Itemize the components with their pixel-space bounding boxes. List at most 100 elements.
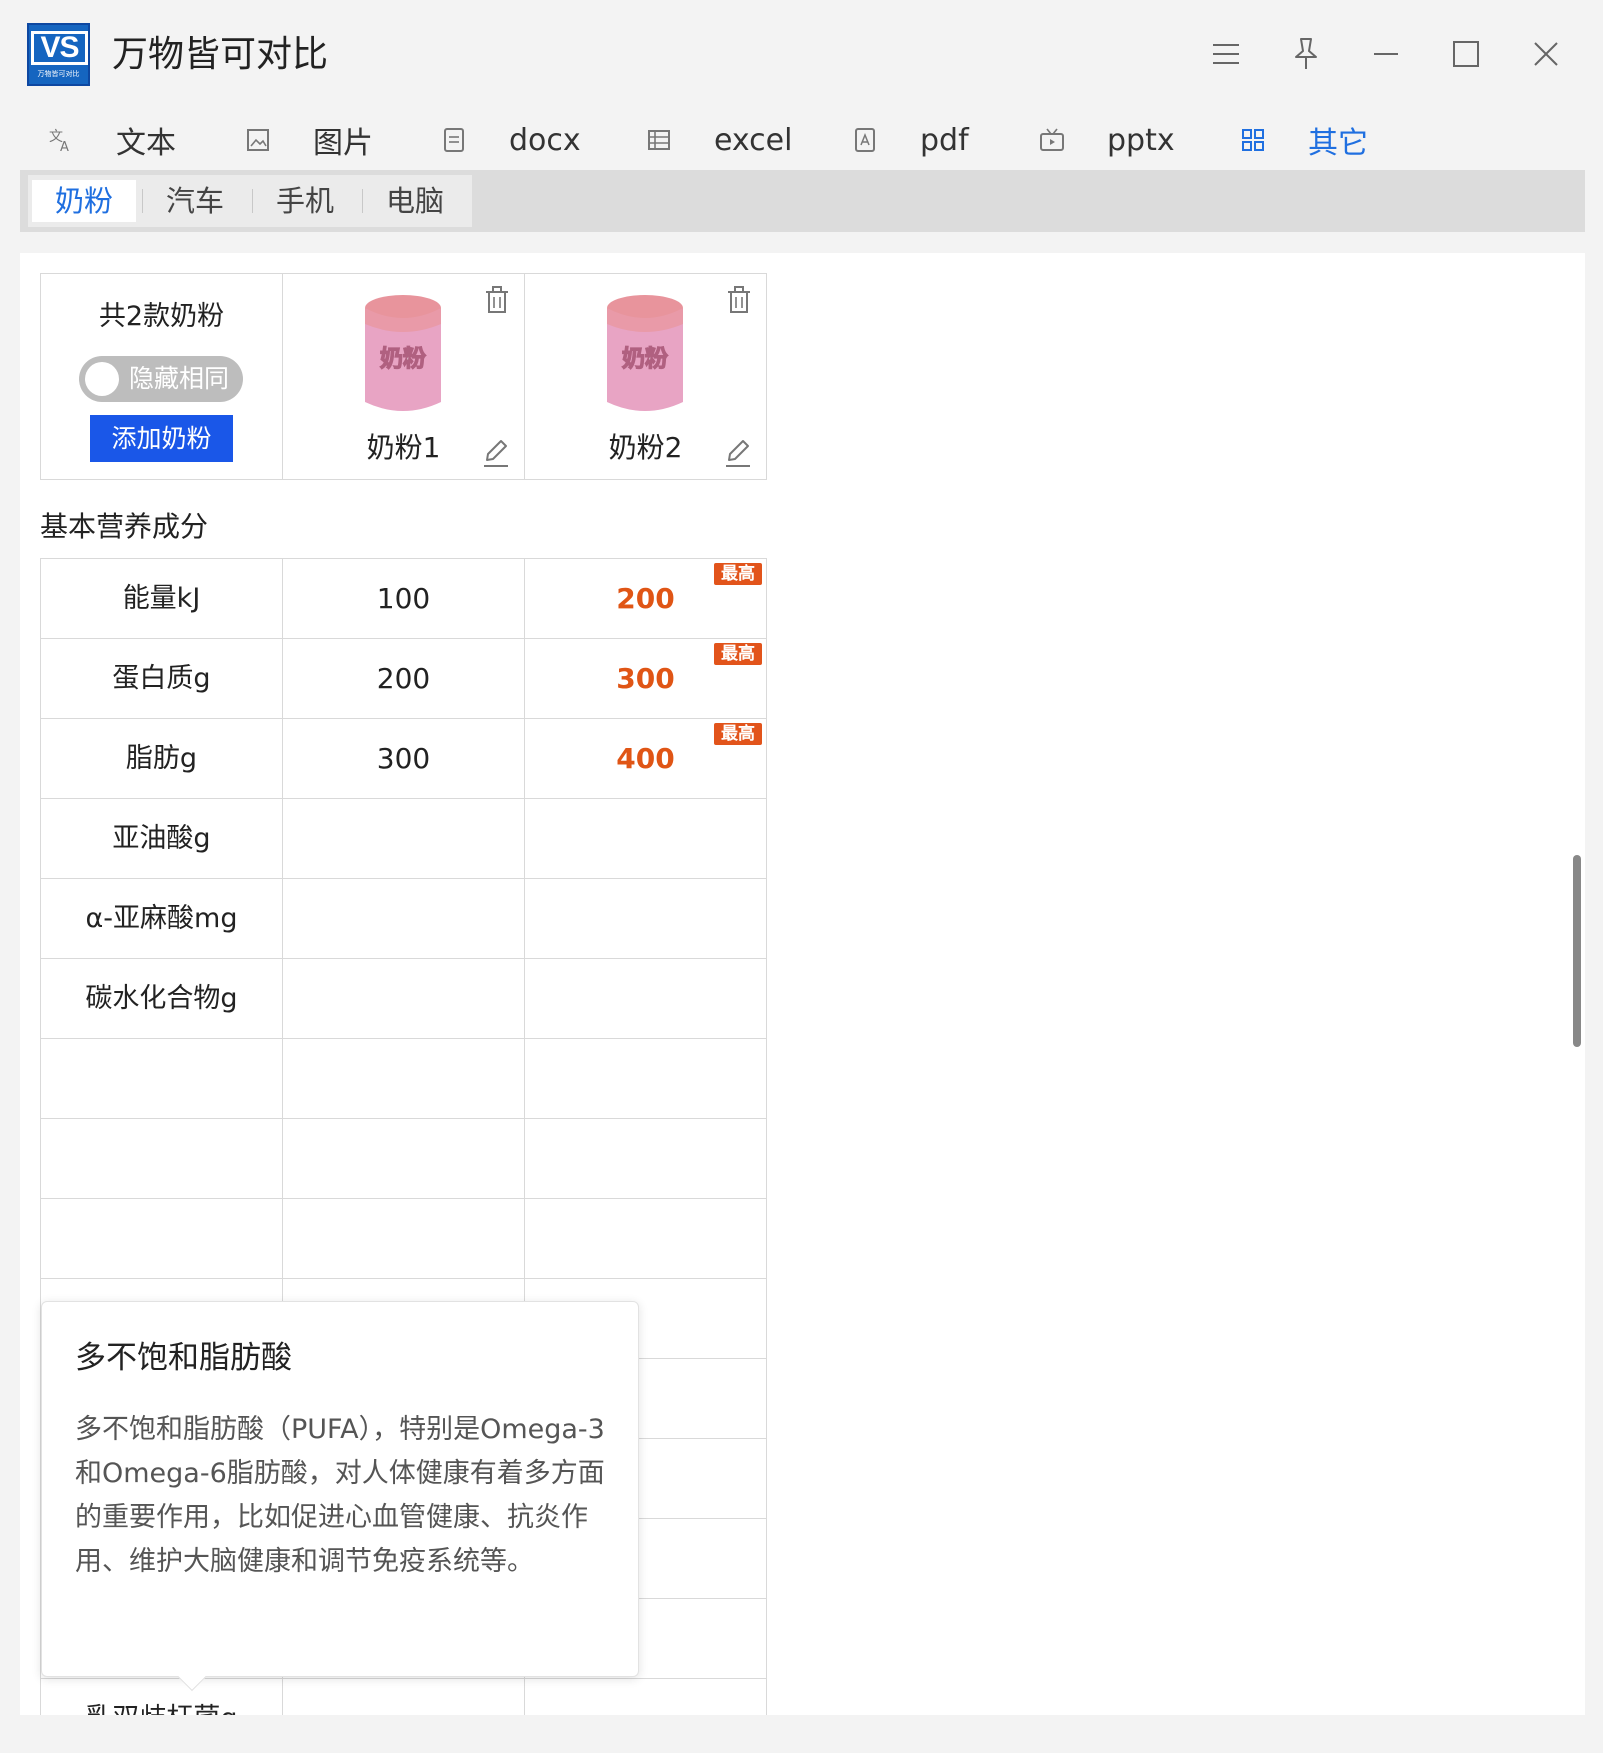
tab-docx-label: docx — [509, 122, 581, 158]
max-badge: 最高 — [714, 643, 762, 665]
summary-cell: 共2款奶粉 隐藏相同 添加奶粉 — [40, 273, 283, 480]
main-tab-bar: 文A 文本 图片 docx excel pdf pptx 其它 — [0, 110, 1603, 170]
row-label-cell[interactable] — [40, 1118, 283, 1199]
row-value: 300 — [376, 742, 431, 775]
trash-icon[interactable] — [726, 286, 752, 316]
add-product-button[interactable]: 添加奶粉 — [90, 415, 233, 462]
can-label: 奶粉 — [622, 346, 668, 372]
category-tab-phone[interactable]: 手机 — [253, 180, 357, 222]
value-cell — [524, 1198, 767, 1279]
tab-other-label: 其它 — [1308, 126, 1368, 161]
svg-text:A: A — [60, 140, 69, 153]
value-cell: 300 最高 — [524, 638, 767, 719]
tab-pptx[interactable]: pptx — [1039, 118, 1175, 162]
value-cell — [524, 1678, 767, 1715]
close-icon — [1534, 42, 1558, 66]
row-label: 亚油酸g — [112, 823, 211, 854]
value-cell — [524, 1118, 767, 1199]
value-cell — [524, 878, 767, 959]
toggle-label: 隐藏相同 — [129, 364, 230, 393]
can-label: 奶粉 — [380, 346, 426, 372]
compare-panel: 共2款奶粉 隐藏相同 添加奶粉 奶粉 奶粉1 奶粉 奶粉2 基本营养成分 能量k… — [20, 253, 1585, 1715]
row-label-cell[interactable]: 碳水化合物g — [40, 958, 283, 1039]
value-cell — [524, 1038, 767, 1119]
tab-text[interactable]: 文A 文本 — [48, 118, 176, 162]
row-label: 脂肪g — [125, 743, 198, 774]
category-tab-car[interactable]: 汽车 — [143, 180, 247, 222]
value-cell — [524, 958, 767, 1039]
value-cell — [282, 1038, 525, 1119]
tab-other[interactable]: 其它 — [1240, 118, 1368, 162]
menu-button[interactable] — [1204, 32, 1248, 76]
row-label-cell[interactable]: 蛋白质g — [40, 638, 283, 719]
trash-icon[interactable] — [484, 286, 510, 316]
value-cell: 300 — [282, 718, 525, 799]
row-label-cell[interactable]: α-亚麻酸mg — [40, 878, 283, 959]
grid-icon — [1240, 127, 1266, 153]
max-badge: 最高 — [714, 563, 762, 585]
edit-icon[interactable] — [724, 438, 752, 468]
scrollbar-thumb[interactable] — [1573, 855, 1581, 1047]
milk-can-image: 奶粉 — [607, 295, 683, 411]
tab-excel[interactable]: excel — [646, 118, 792, 162]
section-title: 基本营养成分 — [40, 510, 209, 543]
tab-image[interactable]: 图片 — [245, 118, 373, 162]
row-label-cell[interactable]: 乳双歧杆菌g — [40, 1678, 283, 1715]
category-tabs: 奶粉 汽车 手机 电脑 — [28, 175, 472, 227]
close-button[interactable] — [1524, 32, 1568, 76]
tab-pptx-label: pptx — [1107, 122, 1175, 158]
row-label-cell[interactable]: 亚油酸g — [40, 798, 283, 879]
maximize-button[interactable] — [1444, 32, 1488, 76]
value-cell: 400 最高 — [524, 718, 767, 799]
value-cell — [282, 798, 525, 879]
value-cell — [282, 1118, 525, 1199]
row-label-cell[interactable] — [40, 1038, 283, 1119]
tab-pdf[interactable]: pdf — [852, 118, 969, 162]
info-tooltip: 多不饱和脂肪酸 多不饱和脂肪酸（PUFA），特别是Omega-3和Omega-6… — [41, 1301, 639, 1692]
tab-image-label: 图片 — [313, 126, 373, 161]
minimize-button[interactable] — [1364, 32, 1408, 76]
row-label-cell[interactable]: 能量kJ — [40, 558, 283, 639]
row-label-cell[interactable]: 脂肪g — [40, 718, 283, 799]
pin-button[interactable] — [1284, 32, 1328, 76]
menu-icon — [1213, 44, 1239, 64]
maximize-icon — [1453, 41, 1479, 67]
value-cell: 100 — [282, 558, 525, 639]
logo-subtext: 万物皆可对比 — [37, 70, 80, 78]
row-label-cell[interactable] — [40, 1198, 283, 1279]
category-tab-milk-powder[interactable]: 奶粉 — [32, 180, 136, 222]
minimize-icon — [1374, 53, 1398, 55]
milk-can-image: 奶粉 — [365, 295, 441, 411]
edit-icon[interactable] — [482, 438, 510, 468]
tab-excel-label: excel — [714, 122, 793, 158]
row-label: 乳双歧杆菌g — [41, 1679, 282, 1715]
row-label: 能量kJ — [122, 583, 201, 614]
app-logo: VS 万物皆可对比 — [27, 23, 90, 86]
row-value: 200 — [376, 662, 431, 695]
app-title: 万物皆可对比 — [112, 34, 329, 75]
table-icon — [646, 127, 672, 153]
category-bar: 奶粉 汽车 手机 电脑 — [20, 170, 1585, 232]
value-cell — [282, 1678, 525, 1715]
tab-docx[interactable]: docx — [441, 118, 581, 162]
row-label: 蛋白质g — [112, 663, 211, 694]
tooltip-body: 多不饱和脂肪酸（PUFA），特别是Omega-3和Omega-6脂肪酸，对人体健… — [75, 1414, 605, 1577]
tab-pdf-label: pdf — [920, 122, 969, 158]
title-bar: VS 万物皆可对比 万物皆可对比 — [0, 0, 1603, 110]
category-tab-computer[interactable]: 电脑 — [363, 180, 467, 222]
value-cell: 200 最高 — [524, 558, 767, 639]
value-cell: 200 — [282, 638, 525, 719]
row-value: 100 — [376, 582, 431, 615]
value-cell — [524, 798, 767, 879]
value-cell — [282, 958, 525, 1039]
doc-icon — [441, 127, 467, 153]
product-cell: 奶粉 奶粉1 — [282, 273, 525, 480]
row-label: 碳水化合物g — [85, 983, 238, 1014]
image-icon — [245, 127, 271, 153]
tv-icon — [1039, 127, 1065, 153]
value-cell — [282, 1198, 525, 1279]
max-badge: 最高 — [714, 723, 762, 745]
row-label: α-亚麻酸mg — [85, 903, 238, 934]
hide-same-toggle[interactable]: 隐藏相同 — [79, 356, 243, 402]
pdf-icon — [852, 127, 878, 153]
